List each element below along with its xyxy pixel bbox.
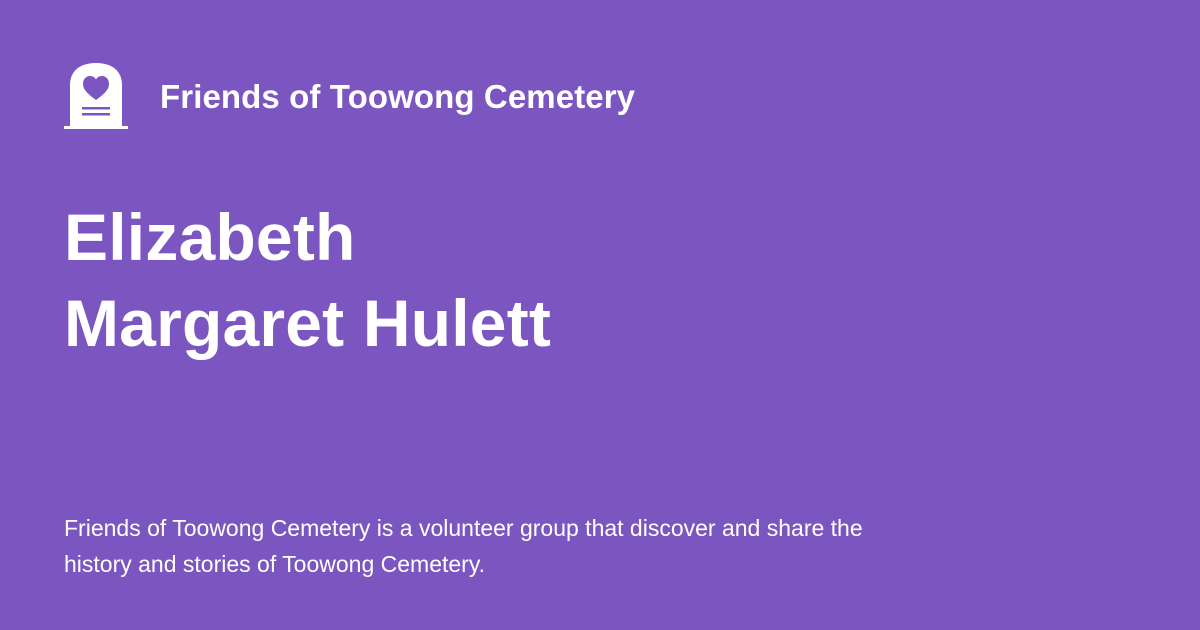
headstone-heart-icon <box>64 63 128 129</box>
page-title: Elizabeth Margaret Hulett <box>64 194 551 366</box>
share-card: Friends of Toowong Cemetery Elizabeth Ma… <box>0 0 1200 630</box>
page-title-line-1: Elizabeth <box>64 200 356 274</box>
brand-name: Friends of Toowong Cemetery <box>160 77 636 115</box>
brand-header: Friends of Toowong Cemetery <box>64 62 635 130</box>
page-title-line-2: Margaret Hulett <box>64 286 552 360</box>
page-description: Friends of Toowong Cemetery is a volunte… <box>64 515 863 577</box>
